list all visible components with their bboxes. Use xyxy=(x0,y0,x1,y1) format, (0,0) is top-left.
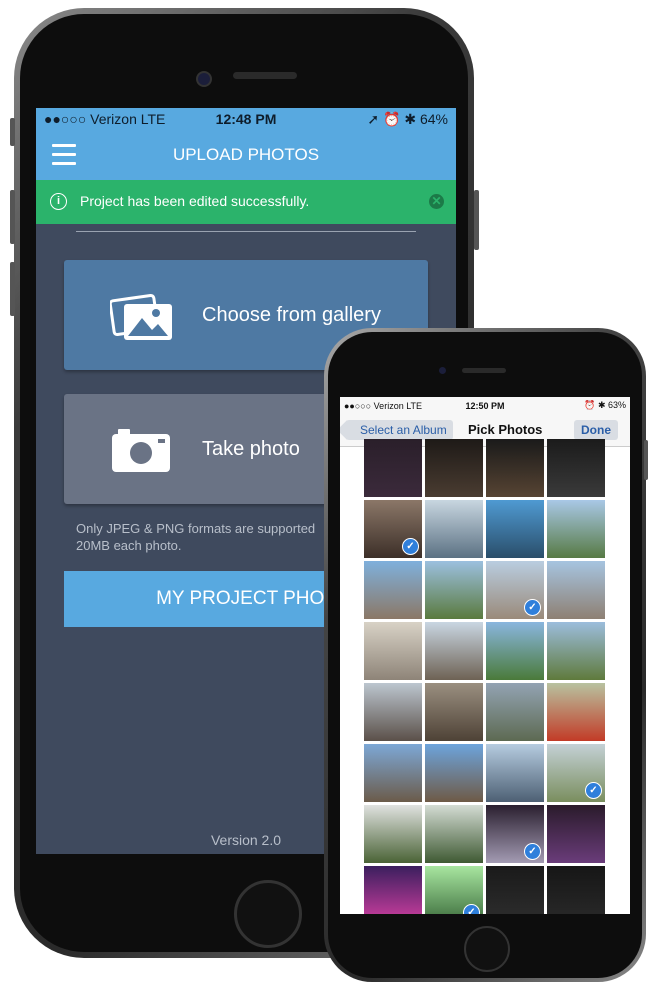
checkmark-icon: ✓ xyxy=(463,904,480,914)
photo-thumbnail[interactable] xyxy=(425,805,483,863)
success-toast: i Project has been edited successfully. … xyxy=(36,180,456,224)
photo-thumbnail[interactable] xyxy=(425,439,483,497)
photo-thumbnail[interactable] xyxy=(425,744,483,802)
photo-thumbnail[interactable] xyxy=(547,500,605,558)
photo-thumbnail[interactable] xyxy=(425,500,483,558)
checkmark-icon: ✓ xyxy=(524,843,541,860)
checkmark-icon: ✓ xyxy=(585,782,602,799)
close-icon[interactable]: ✕ xyxy=(429,194,444,209)
photo-thumbnail[interactable] xyxy=(547,683,605,741)
photo-thumbnail[interactable] xyxy=(364,622,422,680)
mute-switch xyxy=(10,118,15,146)
photo-thumbnail[interactable] xyxy=(547,561,605,619)
select-album-back-button[interactable]: Select an Album xyxy=(346,420,453,440)
gallery-icon xyxy=(110,293,172,340)
picker-clock: 12:50 PM xyxy=(465,400,505,411)
picker-home-button[interactable] xyxy=(464,926,510,972)
photo-thumbnail[interactable] xyxy=(547,439,605,497)
power-button xyxy=(474,190,479,250)
back-button-label: Select an Album xyxy=(360,423,447,437)
picker-front-camera xyxy=(439,367,446,374)
photo-thumbnail[interactable]: ✓ xyxy=(425,866,483,914)
formats-note: Only JPEG & PNG formats are supported 20… xyxy=(76,521,316,553)
picker-power-button xyxy=(644,440,648,480)
picker-earpiece-speaker xyxy=(462,368,506,373)
photo-thumbnail[interactable] xyxy=(364,744,422,802)
home-button[interactable] xyxy=(234,880,302,948)
photo-thumbnail[interactable]: ✓ xyxy=(486,805,544,863)
photo-thumbnail[interactable] xyxy=(486,866,544,914)
info-icon: i xyxy=(50,193,67,210)
photo-thumbnail[interactable] xyxy=(425,561,483,619)
photo-thumbnail[interactable] xyxy=(486,744,544,802)
navigation-bar: UPLOAD PHOTOS xyxy=(36,130,456,180)
photo-thumbnail[interactable] xyxy=(486,622,544,680)
picker-status-bar: ●●○○○ Verizon LTE 12:50 PM ⏰ ✱ 63% xyxy=(340,397,630,414)
camera-icon xyxy=(112,429,170,472)
photo-thumbnail[interactable] xyxy=(547,805,605,863)
photo-thumbnail[interactable] xyxy=(425,683,483,741)
clock: 12:48 PM xyxy=(215,111,277,127)
photo-thumbnail[interactable] xyxy=(364,866,422,914)
volume-up-button xyxy=(10,190,15,244)
picker-carrier-label: ●●○○○ Verizon LTE xyxy=(344,400,423,411)
photo-thumbnail[interactable] xyxy=(486,500,544,558)
photo-thumbnail[interactable] xyxy=(547,866,605,914)
photo-thumbnail[interactable] xyxy=(425,622,483,680)
earpiece-speaker xyxy=(233,72,297,79)
carrier-label: ●●○○○ Verizon LTE xyxy=(44,111,166,127)
volume-down-button xyxy=(10,262,15,316)
page-title: UPLOAD PHOTOS xyxy=(172,145,320,164)
status-indicators: ➚ ⏰ ✱ 64% xyxy=(367,110,449,127)
done-button[interactable]: Done xyxy=(574,420,618,440)
gallery-button-label: Choose from gallery xyxy=(202,304,381,326)
photo-thumbnail[interactable] xyxy=(547,622,605,680)
photo-thumbnail[interactable] xyxy=(486,439,544,497)
photo-thumbnail[interactable] xyxy=(486,683,544,741)
photo-thumbnail[interactable]: ✓ xyxy=(364,500,422,558)
photo-thumbnail[interactable] xyxy=(364,439,422,497)
photo-thumbnail[interactable]: ✓ xyxy=(547,744,605,802)
photo-thumbnail[interactable] xyxy=(364,561,422,619)
toast-message: Project has been edited successfully. xyxy=(80,193,310,209)
field-underline xyxy=(76,231,416,232)
photo-thumbnail[interactable]: ✓ xyxy=(486,561,544,619)
checkmark-icon: ✓ xyxy=(524,599,541,616)
pick-photos-screen: ●●○○○ Verizon LTE 12:50 PM ⏰ ✱ 63% Selec… xyxy=(340,397,630,914)
picker-status-indicators: ⏰ ✱ 63% xyxy=(584,400,626,410)
photo-thumbnail[interactable] xyxy=(364,683,422,741)
front-camera xyxy=(196,71,212,87)
picker-title: Pick Photos xyxy=(468,422,543,437)
photo-thumbnail[interactable] xyxy=(364,805,422,863)
status-bar: ●●○○○ Verizon LTE 12:48 PM ➚ ⏰ ✱ 64% xyxy=(36,108,456,130)
checkmark-icon: ✓ xyxy=(402,538,419,555)
camera-button-label: Take photo xyxy=(202,438,300,460)
